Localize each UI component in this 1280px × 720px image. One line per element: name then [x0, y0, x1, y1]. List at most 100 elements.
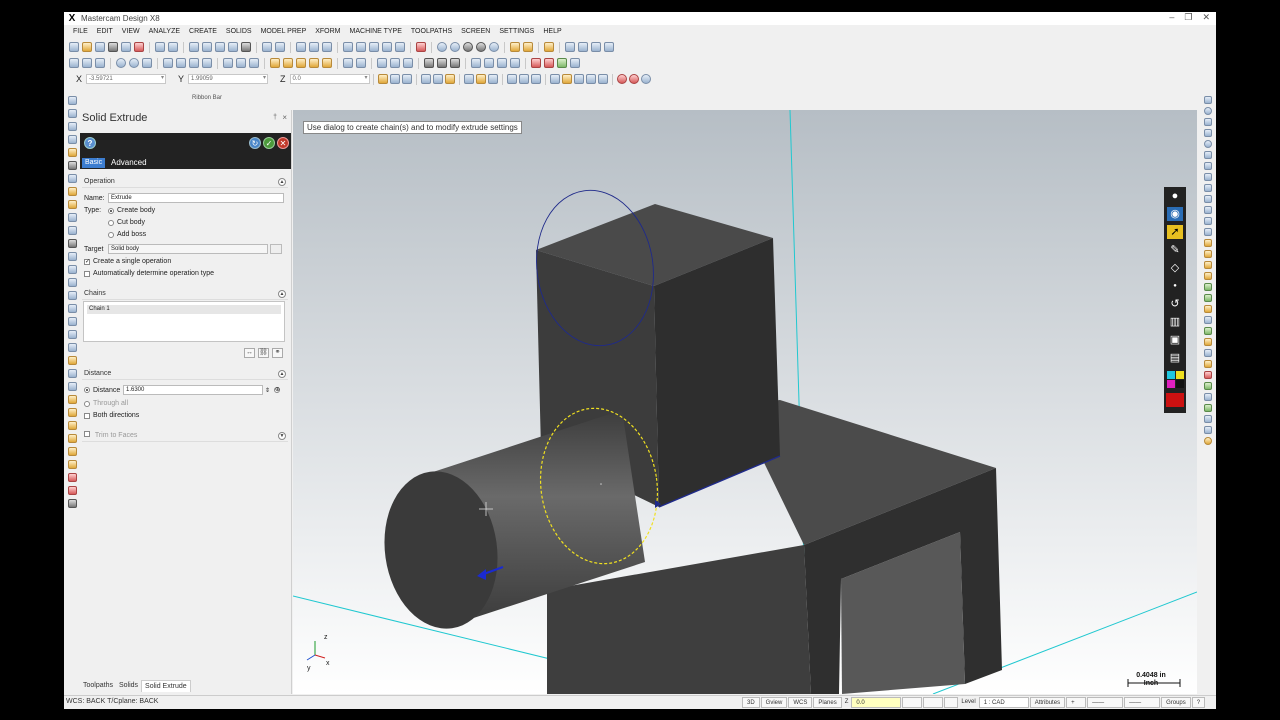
open-file-icon[interactable]: [82, 42, 92, 52]
z-depth-input[interactable]: 0.0: [851, 697, 902, 708]
select-entities-icon[interactable]: [573, 74, 584, 84]
redo-icon[interactable]: [168, 42, 178, 52]
art-manager-icon[interactable]: [67, 122, 77, 131]
groups-button[interactable]: Groups: [1161, 697, 1191, 708]
quick-mask-22-icon[interactable]: [1204, 327, 1212, 335]
view-front-icon[interactable]: [356, 42, 366, 52]
chains-header[interactable]: Chains ▲: [82, 288, 288, 300]
help-button[interactable]: ?: [1191, 697, 1206, 708]
analyze-icon[interactable]: [416, 42, 426, 52]
highfeed-icon[interactable]: [67, 486, 77, 495]
quick-mask-2-icon[interactable]: [1204, 107, 1212, 115]
quick-mask-30-icon[interactable]: [1204, 415, 1212, 423]
shaded-edges-icon[interactable]: [476, 42, 486, 52]
backplot-icon[interactable]: [471, 58, 481, 68]
graphics-viewport[interactable]: z y x Use dialog to create chain(s) and …: [293, 110, 1197, 694]
regen-dirty-icon[interactable]: [67, 343, 77, 352]
quick-mask-11-icon[interactable]: [1204, 206, 1212, 214]
line-icon[interactable]: [82, 58, 92, 68]
tag-icon[interactable]: [523, 42, 533, 52]
select-faces-icon[interactable]: [506, 74, 517, 84]
quick-mask-24-icon[interactable]: [1204, 349, 1212, 357]
menu-edit[interactable]: EDIT: [97, 26, 113, 38]
tab-solid-extrude[interactable]: Solid Extrude: [141, 680, 191, 692]
select-level-icon[interactable]: [597, 74, 608, 84]
quick-mask-12-icon[interactable]: [1204, 217, 1212, 225]
lock-icon[interactable]: [67, 408, 77, 417]
distance-input[interactable]: 1.6300: [123, 385, 263, 395]
new-file-icon[interactable]: [69, 42, 79, 52]
menu-file[interactable]: FILE: [73, 26, 88, 38]
trim-checkbox[interactable]: [84, 431, 90, 437]
spinner-icon[interactable]: ⇕: [265, 387, 270, 394]
distance-header[interactable]: Distance ▲: [82, 368, 288, 380]
target-select-button[interactable]: [270, 244, 282, 254]
tab-basic[interactable]: Basic: [82, 158, 106, 168]
zoom-icon[interactable]: [241, 42, 251, 52]
select-distance-icon[interactable]: ⊕: [274, 387, 280, 393]
select-body-icon[interactable]: [530, 74, 541, 84]
quick-mask-27-icon[interactable]: [1204, 382, 1212, 390]
line-color-button[interactable]: [944, 697, 959, 708]
quick-mask-9-icon[interactable]: [1204, 184, 1212, 192]
backplot-left-icon[interactable]: [67, 356, 77, 365]
setup-sheet-icon[interactable]: [67, 291, 77, 300]
solid-boolean-icon[interactable]: [570, 58, 580, 68]
xform-scale-icon[interactable]: [309, 58, 319, 68]
quick-mask-7-icon[interactable]: [1204, 162, 1212, 170]
level-select[interactable]: 1 : CAD: [978, 697, 1029, 708]
post-processor-icon[interactable]: [67, 265, 77, 274]
fast-point-icon[interactable]: [377, 74, 388, 84]
surface-icon[interactable]: [377, 58, 387, 68]
undo-icon[interactable]: [155, 42, 165, 52]
select-mask-icon[interactable]: [561, 74, 572, 84]
chamfer-icon[interactable]: [189, 58, 199, 68]
through-all-radio[interactable]: [84, 400, 90, 407]
unzoom-icon[interactable]: [262, 42, 272, 52]
spline-icon[interactable]: [163, 58, 173, 68]
attributes-button[interactable]: Attributes: [1029, 697, 1066, 708]
save-icon[interactable]: [95, 42, 105, 52]
menu-model-prep[interactable]: MODEL PREP: [261, 26, 307, 38]
post-icon[interactable]: [497, 58, 507, 68]
solid-extrude-icon[interactable]: [390, 58, 400, 68]
translucency-icon[interactable]: [489, 42, 499, 52]
quick-mask-15-icon[interactable]: [1204, 250, 1212, 258]
verify-selection-icon[interactable]: [475, 74, 486, 84]
menu-settings[interactable]: SETTINGS: [499, 26, 534, 38]
red-swatch[interactable]: [1166, 393, 1184, 407]
toggle-display-icon[interactable]: [67, 421, 77, 430]
mill-toolpath-icon[interactable]: [67, 148, 77, 157]
gview-button[interactable]: Gview: [760, 697, 788, 708]
dynamic-rotate-icon[interactable]: [322, 42, 332, 52]
toolpath-contour-icon[interactable]: [424, 58, 434, 68]
select-background-icon[interactable]: [549, 74, 560, 84]
select-chain-icon[interactable]: [420, 74, 431, 84]
machine-def-icon[interactable]: [67, 239, 77, 248]
hidden-line-icon[interactable]: [463, 42, 473, 52]
pin-icon[interactable]: †: [273, 114, 277, 121]
add-boss-radio[interactable]: [108, 231, 114, 238]
quick-mask-19-icon[interactable]: [1204, 294, 1212, 302]
yellow-swatch[interactable]: [1175, 371, 1184, 379]
xform-offset-icon[interactable]: [322, 58, 332, 68]
fillet-icon[interactable]: [176, 58, 186, 68]
solid-chamfer-icon[interactable]: [544, 58, 554, 68]
select-all-icon[interactable]: [444, 74, 455, 84]
undo-stroke-icon[interactable]: ↺: [1167, 297, 1183, 311]
xform-translate-icon[interactable]: [270, 58, 280, 68]
menu-view[interactable]: VIEW: [122, 26, 140, 38]
grid-icon[interactable]: [578, 42, 588, 52]
toolpath-filter-icon[interactable]: [67, 304, 77, 313]
quick-mask-8-icon[interactable]: [1204, 173, 1212, 181]
select-arrow-icon[interactable]: ➚: [1167, 225, 1183, 239]
target-input[interactable]: Solid body: [108, 244, 268, 254]
select-only-icon[interactable]: [463, 74, 474, 84]
distance-radio[interactable]: [84, 387, 90, 393]
rotate-icon[interactable]: [296, 42, 306, 52]
print-icon[interactable]: [108, 42, 118, 52]
create-body-radio[interactable]: [108, 207, 114, 214]
line-style-select[interactable]: ——: [1087, 697, 1124, 708]
clear-selection-icon[interactable]: [616, 74, 627, 84]
levels-icon[interactable]: [67, 135, 77, 144]
